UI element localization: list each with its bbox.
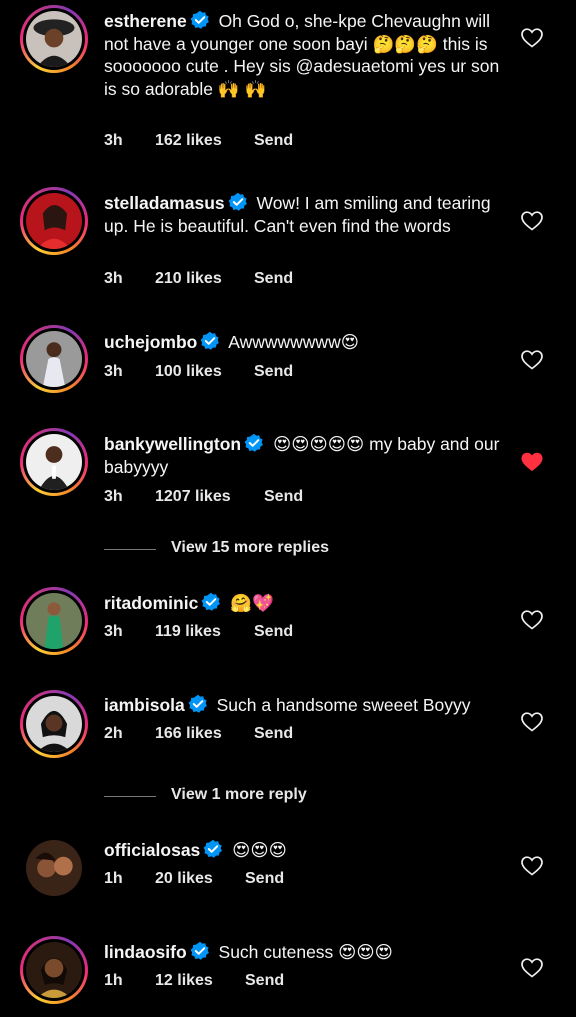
divider: [104, 549, 156, 550]
comment-username[interactable]: ritadominic: [104, 593, 198, 613]
comment-likes[interactable]: 119 likes: [155, 623, 221, 641]
send-button[interactable]: Send: [254, 623, 293, 641]
comment-time: 3h: [104, 270, 123, 287]
comment-time: 3h: [104, 132, 123, 149]
send-button[interactable]: Send: [264, 488, 303, 506]
comment-time: 3h: [104, 488, 123, 505]
heart-icon[interactable]: [521, 452, 543, 472]
comment-username[interactable]: uchejombo: [104, 332, 197, 352]
verified-badge-icon: [189, 10, 210, 30]
comment-likes[interactable]: 210 likes: [155, 270, 222, 288]
verified-badge-icon: [203, 839, 224, 859]
comment-text: 🤗💖: [230, 593, 274, 613]
comment-likes[interactable]: 12 likes: [155, 972, 213, 990]
comment-time: 3h: [104, 363, 123, 380]
heart-icon[interactable]: [521, 28, 543, 48]
comment-username[interactable]: estherene: [104, 11, 187, 31]
comment-username[interactable]: iambisola: [104, 695, 185, 715]
send-button[interactable]: Send: [254, 725, 293, 743]
verified-badge-icon: [201, 592, 222, 612]
divider: [104, 796, 156, 797]
send-button[interactable]: Send: [254, 270, 293, 288]
comment-username[interactable]: lindaosifo: [104, 942, 187, 962]
comment-text: Such a handsome sweeet Boyyy: [216, 695, 471, 715]
comment-text: 😍😍😍: [232, 840, 287, 860]
verified-badge-icon: [244, 433, 265, 453]
comment-text: Awwwwwwww😍: [228, 332, 359, 352]
comment-likes[interactable]: 1207 likes: [155, 488, 231, 506]
comment-time: 1h: [104, 870, 123, 887]
heart-icon[interactable]: [521, 958, 543, 978]
avatar[interactable]: [20, 690, 88, 758]
comment-likes[interactable]: 162 likes: [155, 132, 222, 150]
comment-likes[interactable]: 20 likes: [155, 870, 213, 888]
comment-likes[interactable]: 166 likes: [155, 725, 222, 743]
heart-icon[interactable]: [521, 350, 543, 370]
comment-likes[interactable]: 100 likes: [155, 363, 222, 381]
verified-badge-icon: [200, 331, 221, 351]
send-button[interactable]: Send: [254, 132, 293, 150]
send-button[interactable]: Send: [245, 972, 284, 990]
avatar[interactable]: [20, 5, 88, 73]
avatar[interactable]: [20, 187, 88, 255]
verified-badge-icon: [227, 192, 248, 212]
comment-time: 1h: [104, 972, 123, 989]
heart-icon[interactable]: [521, 211, 543, 231]
view-replies-label: View 15 more replies: [171, 539, 330, 556]
view-replies-label: View 1 more reply: [171, 786, 307, 803]
comment-text: Such cuteness 😍😍😍: [218, 942, 393, 962]
comment-time: 3h: [104, 623, 123, 640]
avatar[interactable]: [20, 428, 88, 496]
heart-icon[interactable]: [521, 856, 543, 876]
avatar[interactable]: [20, 587, 88, 655]
comment-username[interactable]: officialosas: [104, 840, 200, 860]
send-button[interactable]: Send: [254, 363, 293, 381]
send-button[interactable]: Send: [245, 870, 284, 888]
heart-icon[interactable]: [521, 610, 543, 630]
heart-icon[interactable]: [521, 712, 543, 732]
comment-username[interactable]: stelladamasus: [104, 193, 225, 213]
avatar[interactable]: [20, 834, 88, 902]
verified-badge-icon: [189, 941, 210, 961]
avatar[interactable]: [20, 936, 88, 1004]
avatar[interactable]: [20, 325, 88, 393]
comment-username[interactable]: bankywellington: [104, 434, 241, 454]
verified-badge-icon: [187, 694, 208, 714]
comment-time: 2h: [104, 725, 123, 742]
